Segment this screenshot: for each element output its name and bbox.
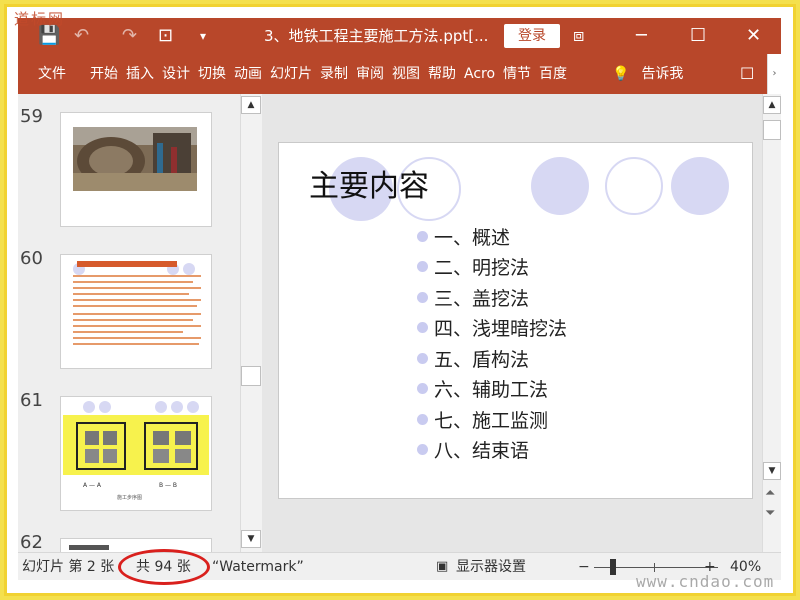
display-settings-icon[interactable]: ▣ bbox=[436, 558, 448, 576]
ribbon-tab[interactable]: 开始 bbox=[86, 64, 122, 84]
slide-position: 幻灯片 第 2 张 bbox=[22, 559, 115, 575]
site-watermark-bottom: www.cndao.com bbox=[636, 572, 775, 591]
bullet-icon bbox=[417, 291, 428, 303]
login-button[interactable]: 登录 bbox=[504, 24, 560, 48]
theme-name: “Watermark” bbox=[212, 559, 304, 575]
scroll-up-icon[interactable]: ▲ bbox=[241, 96, 261, 114]
site-watermark: 道标网 bbox=[14, 10, 66, 28]
zoom-out-button[interactable]: − bbox=[578, 558, 590, 576]
bullet-icon bbox=[417, 352, 428, 364]
bullet-icon bbox=[417, 322, 428, 334]
ribbon-display-options-icon[interactable]: ⧈ bbox=[573, 26, 584, 46]
slide-number: 61 bbox=[20, 390, 43, 411]
minimize-icon[interactable]: ─ bbox=[636, 26, 647, 46]
scroll-down-icon[interactable]: ▼ bbox=[763, 462, 781, 480]
ribbon-tab[interactable]: 百度 bbox=[535, 64, 571, 84]
document-title: 3、地铁工程主要施工方法.ppt[... bbox=[264, 27, 489, 45]
list-item: 二、明挖法 bbox=[417, 252, 567, 283]
list-item: 七、施工监测 bbox=[417, 404, 567, 435]
scroll-thumb[interactable] bbox=[763, 120, 781, 140]
customize-toolbar-icon[interactable]: ▾ bbox=[200, 26, 206, 46]
slide-number: 59 bbox=[20, 106, 43, 127]
ribbon-tab[interactable]: 切换 bbox=[194, 64, 230, 84]
previous-slide-icon[interactable]: ⏶ bbox=[765, 486, 775, 501]
tell-me[interactable]: 💡 告诉我 bbox=[612, 64, 683, 84]
scroll-down-icon[interactable]: ▼ bbox=[241, 530, 261, 548]
ribbon-tab[interactable]: 录制 bbox=[316, 64, 352, 84]
scroll-thumb[interactable] bbox=[241, 366, 261, 386]
bullet-icon bbox=[417, 261, 428, 273]
thumbnail-slide-62[interactable] bbox=[60, 538, 212, 552]
redo-icon[interactable]: ↷ bbox=[122, 26, 137, 46]
ribbon-tabs: 文件 开始 插入 设计 切换 动画 幻灯片 录制 审阅 视图 帮助 Acro 情节 百度 💡 告诉我 ☐ bbox=[18, 54, 781, 94]
title-bar: 💾 ↶ ↷ ⊡ ▾ 3、地铁工程主要施工方法.ppt[... 登录 ⧈ ─ ☐ … bbox=[18, 18, 781, 54]
maximize-icon[interactable]: ☐ bbox=[690, 26, 706, 46]
diagram-footer: 施工步序图 bbox=[117, 494, 142, 501]
lightbulb-icon: 💡 bbox=[612, 66, 630, 82]
bullet-icon bbox=[417, 444, 428, 456]
diagram-caption-left: A — A bbox=[83, 482, 102, 489]
ribbon-scroll-icon[interactable]: › bbox=[767, 54, 781, 94]
list-item: 四、浅埋暗挖法 bbox=[417, 313, 567, 344]
close-icon[interactable]: ✕ bbox=[746, 26, 761, 46]
bullet-icon bbox=[417, 413, 428, 425]
decor-circle bbox=[671, 157, 729, 215]
ribbon-tab[interactable]: 视图 bbox=[388, 64, 424, 84]
ribbon-tab[interactable]: 帮助 bbox=[424, 64, 460, 84]
editor-scrollbar[interactable]: ▲ ▼ ⏶ ⏷ bbox=[762, 94, 781, 552]
decor-circle bbox=[531, 157, 589, 215]
ribbon-tab[interactable]: 情节 bbox=[499, 64, 535, 84]
ribbon-tab[interactable]: 幻灯片 bbox=[266, 64, 316, 84]
text-slide-preview bbox=[69, 545, 109, 550]
thumbnail-slide-59[interactable] bbox=[60, 112, 212, 227]
list-item: 三、盖挖法 bbox=[417, 282, 567, 313]
list-item: 八、结束语 bbox=[417, 435, 567, 466]
display-settings-button[interactable]: 显示器设置 bbox=[456, 558, 526, 576]
save-icon[interactable]: 💾 bbox=[38, 26, 60, 46]
zoom-slider-handle[interactable] bbox=[610, 559, 616, 575]
bullet-icon bbox=[417, 383, 428, 395]
tunnel-photo bbox=[61, 113, 211, 226]
comments-icon[interactable]: ☐ bbox=[740, 64, 754, 83]
next-slide-icon[interactable]: ⏷ bbox=[765, 506, 775, 521]
list-item: 一、概述 bbox=[417, 221, 567, 252]
slide-editor: 主要内容 一、概述 二、明挖法 三、盖挖法 四、浅埋暗挖法 五、盾构法 六、辅助… bbox=[262, 94, 762, 552]
scroll-up-icon[interactable]: ▲ bbox=[763, 96, 781, 114]
slide-number: 60 bbox=[20, 248, 43, 269]
slide-number: 62 bbox=[20, 532, 43, 552]
current-slide[interactable]: 主要内容 一、概述 二、明挖法 三、盖挖法 四、浅埋暗挖法 五、盾构法 六、辅助… bbox=[278, 142, 753, 499]
highlight-annotation bbox=[118, 549, 210, 585]
present-icon[interactable]: ⊡ bbox=[158, 26, 173, 46]
diagram-caption-right: B — B bbox=[159, 482, 177, 489]
zoom-slider-center bbox=[654, 563, 655, 572]
diagram-slide-preview: A — A B — B 施工步序图 bbox=[63, 401, 209, 501]
ribbon-tab[interactable]: 审阅 bbox=[352, 64, 388, 84]
list-item: 六、辅助工法 bbox=[417, 374, 567, 405]
decor-circle bbox=[605, 157, 663, 215]
thumbnail-slide-60[interactable] bbox=[60, 254, 212, 369]
slide-title[interactable]: 主要内容 bbox=[309, 161, 429, 205]
ribbon-tab[interactable]: 动画 bbox=[230, 64, 266, 84]
text-slide-preview bbox=[73, 261, 201, 345]
ribbon-tab[interactable]: 设计 bbox=[158, 64, 194, 84]
ribbon-tab[interactable]: 文件 bbox=[34, 64, 86, 84]
bullet-icon bbox=[417, 230, 428, 242]
tell-me-label[interactable]: 告诉我 bbox=[641, 64, 683, 84]
ribbon-tab[interactable]: Acro bbox=[460, 64, 499, 84]
thumbnail-scrollbar[interactable]: ▲ ▼ bbox=[240, 94, 262, 552]
contents-list[interactable]: 一、概述 二、明挖法 三、盖挖法 四、浅埋暗挖法 五、盾构法 六、辅助工法 七、… bbox=[417, 221, 567, 465]
slide-thumbnail-pane[interactable]: 59 60 61 A — A B — B 施工步序图 62 bbox=[18, 94, 262, 552]
ribbon-tab[interactable]: 插入 bbox=[122, 64, 158, 84]
list-item: 五、盾构法 bbox=[417, 343, 567, 374]
undo-icon[interactable]: ↶ bbox=[74, 26, 89, 46]
thumbnail-slide-61[interactable]: A — A B — B 施工步序图 bbox=[60, 396, 212, 511]
